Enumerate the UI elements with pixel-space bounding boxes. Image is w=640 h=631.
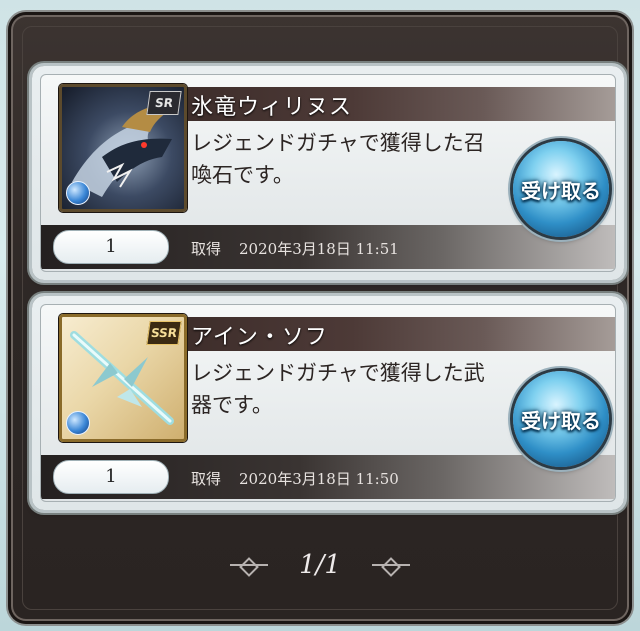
receive-button-label: 受け取る — [521, 178, 601, 203]
next-page-icon[interactable] — [372, 558, 411, 572]
item-description: レジェンドガチャで獲得した召喚石です。 — [191, 131, 485, 187]
page-indicator: 1/1 — [299, 550, 341, 580]
item-thumbnail[interactable]: SSR — [59, 314, 187, 442]
acquired-time: 2020年3月18日 11:50 — [239, 470, 399, 488]
item-description: レジェンドガチャで獲得した武器です。 — [191, 361, 485, 417]
acquired-info: 取得 2020年3月18日 11:51 — [191, 238, 399, 259]
prev-page-icon[interactable] — [229, 558, 268, 572]
receive-button[interactable]: 受け取る — [513, 141, 609, 237]
item-thumbnail[interactable]: SR — [59, 84, 187, 212]
rarity-badge: SSR — [146, 321, 182, 345]
acquired-time: 2020年3月18日 11:51 — [239, 240, 399, 258]
item-name: 氷竜ウィリヌス — [191, 95, 353, 120]
acquired-info: 取得 2020年3月18日 11:50 — [191, 468, 399, 489]
acquired-label: 取得 — [191, 470, 222, 488]
present-box-panel: SR 氷竜ウィリヌス レジェンドガチャで獲得した召喚石です。 1 取得 2020年… — [8, 12, 632, 624]
pagination: 1/1 — [8, 550, 632, 580]
water-element-icon — [66, 411, 90, 435]
water-element-icon — [66, 181, 90, 205]
quantity-box: 1 — [53, 230, 169, 264]
quantity-box: 1 — [53, 460, 169, 494]
present-card: SR 氷竜ウィリヌス レジェンドガチャで獲得した召喚石です。 1 取得 2020年… — [32, 66, 624, 280]
acquired-label: 取得 — [191, 240, 222, 258]
receive-button-label: 受け取る — [521, 408, 601, 433]
present-card-body: SSR アイン・ソフ レジェンドガチャで獲得した武器です。 1 取得 2020年3… — [40, 304, 616, 502]
present-card-body: SR 氷竜ウィリヌス レジェンドガチャで獲得した召喚石です。 1 取得 2020年… — [40, 74, 616, 272]
item-name: アイン・ソフ — [191, 325, 328, 350]
present-card: SSR アイン・ソフ レジェンドガチャで獲得した武器です。 1 取得 2020年3… — [32, 296, 624, 510]
receive-button[interactable]: 受け取る — [513, 371, 609, 467]
rarity-badge: SR — [146, 91, 182, 115]
